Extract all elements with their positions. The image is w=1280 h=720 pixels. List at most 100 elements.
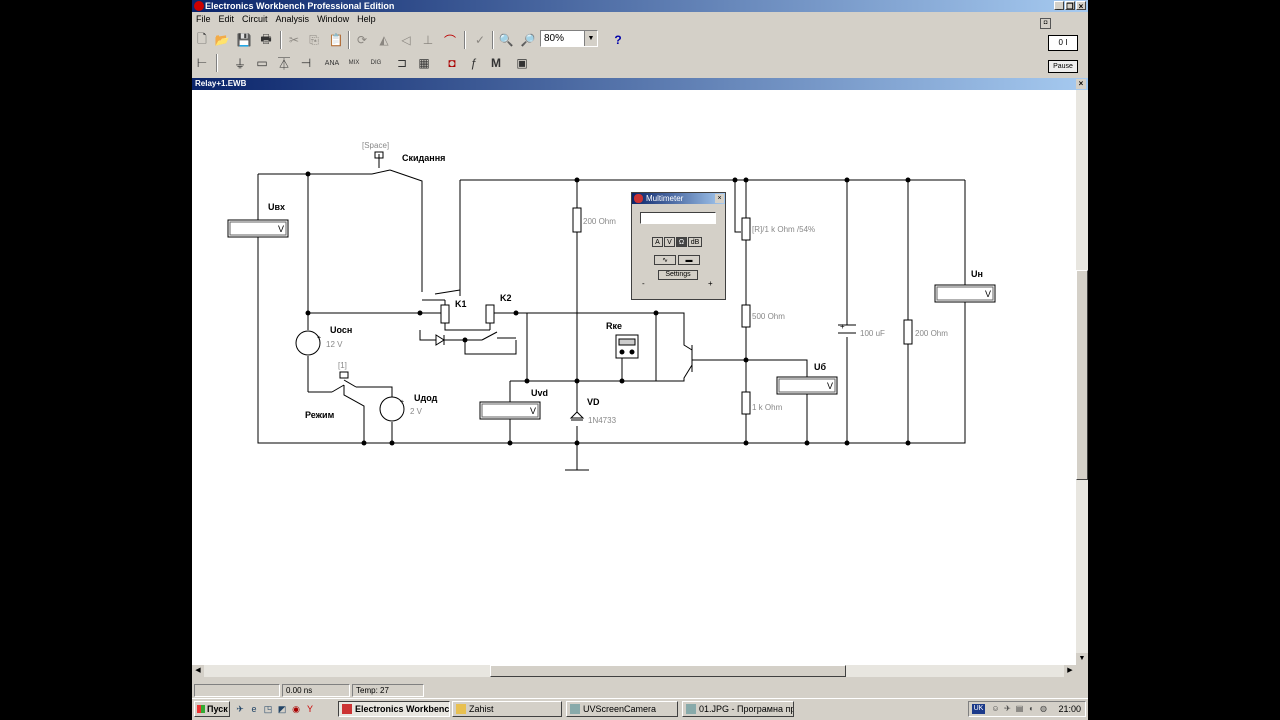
close-button[interactable]: ×	[1076, 1, 1086, 11]
analog-ics-bin-icon[interactable]: ANA	[322, 53, 342, 73]
pause-button[interactable]: Pause	[1048, 60, 1078, 73]
tray-tool-icon[interactable]: ✈	[1003, 704, 1012, 714]
save-icon[interactable]: 💾	[234, 30, 254, 50]
quicklaunch-app-icon[interactable]: Y	[304, 703, 316, 715]
digital-bin-icon[interactable]: ▦	[414, 53, 434, 73]
quicklaunch-explorer-icon[interactable]: ◩	[276, 703, 288, 715]
close-icon[interactable]: ×	[1076, 79, 1086, 89]
open-icon[interactable]: 📂	[212, 30, 232, 50]
indicators-bin-icon[interactable]: ◘	[442, 53, 462, 73]
task-workbench[interactable]: Electronics Workbench...	[338, 701, 450, 717]
chevron-down-icon[interactable]: ▼	[584, 31, 597, 46]
scroll-left-icon[interactable]: ◀	[192, 665, 204, 677]
reset-switch-label: Скидання	[402, 153, 445, 163]
vertical-scrollbar[interactable]: ▼	[1076, 90, 1088, 665]
basic-bin-icon[interactable]: ▭	[252, 53, 272, 73]
multimeter-icon	[634, 194, 643, 203]
diodes-bin-icon[interactable]: ⏄	[274, 53, 294, 73]
zoom-select[interactable]: 80% ▼	[540, 30, 598, 47]
cap-value: 100 uF	[860, 329, 885, 338]
plus-terminal[interactable]: +	[708, 279, 713, 288]
digital-ics-bin-icon[interactable]: DIG	[366, 53, 386, 73]
analysis-graphs-icon[interactable]: ⌒	[440, 30, 460, 50]
flip-vertical-icon[interactable]: ◁	[396, 30, 416, 50]
scroll-down-icon[interactable]: ▼	[1076, 653, 1088, 665]
parts-toolbar: ⊢ ⏚ ▭ ⏄ ⊣ ANA MIX DIG ⊐ ▦ ◘ ƒ M ▣	[192, 51, 1088, 75]
ac-mode-icon[interactable]: ∿	[654, 255, 676, 265]
ammeter-button[interactable]: A	[652, 237, 663, 247]
language-indicator[interactable]: UK	[972, 704, 985, 714]
udod-label: Uдод	[414, 393, 438, 403]
dc-mode-icon[interactable]: ▬	[678, 255, 700, 265]
menu-circuit[interactable]: Circuit	[238, 12, 272, 26]
multimeter-window[interactable]: Multimeter × A V Ω dB ∿ ▬ Settings - +	[631, 192, 726, 300]
quicklaunch-ie-icon[interactable]: e	[248, 703, 260, 715]
k1-label: K1	[455, 299, 467, 309]
ohmmeter-button[interactable]: Ω	[676, 237, 687, 247]
component-properties-icon[interactable]: ⊥	[418, 30, 438, 50]
task-label: Zahist	[469, 704, 494, 714]
r2-value: 500 Ohm	[752, 312, 785, 321]
menu-edit[interactable]: Edit	[215, 12, 239, 26]
settings-button[interactable]: Settings	[658, 270, 698, 280]
menu-window[interactable]: Window	[313, 12, 353, 26]
uvd-label: Uvd	[531, 388, 548, 398]
voltmeter-button[interactable]: V	[664, 237, 675, 247]
new-icon[interactable]: 🗋	[192, 30, 212, 50]
toolbar-separator	[492, 31, 494, 49]
decibel-button[interactable]: dB	[688, 237, 702, 247]
quicklaunch-desktop-icon[interactable]: ◳	[262, 703, 274, 715]
tray-volume-icon[interactable]: ◐	[1027, 704, 1036, 714]
instruments-bin-icon[interactable]: ▣	[512, 53, 532, 73]
subcircuit-icon[interactable]: ✓	[470, 30, 490, 50]
quicklaunch-media-icon[interactable]: ◉	[290, 703, 302, 715]
vertical-scroll-thumb[interactable]	[1076, 270, 1088, 480]
tray-user-icon[interactable]: ☺	[991, 704, 1000, 714]
menu-analysis[interactable]: Analysis	[272, 12, 314, 26]
zoom-in-icon[interactable]: 🔎	[518, 30, 538, 50]
toolbar-separator	[464, 31, 466, 49]
rotate-icon[interactable]: ⟳	[352, 30, 372, 50]
task-zahist[interactable]: Zahist	[452, 701, 562, 717]
favorites-bin-icon[interactable]: ⊢	[192, 53, 212, 73]
task-uvscreencamera[interactable]: UVScreenCamera	[566, 701, 678, 717]
sources-bin-icon[interactable]: ⏚	[230, 53, 250, 73]
document-title: Relay+1.EWB	[195, 79, 247, 88]
paste-icon[interactable]: 📋	[326, 30, 346, 50]
tray-shield-icon[interactable]: ◍	[1039, 704, 1048, 714]
copy-icon[interactable]: ⎘	[304, 30, 324, 50]
zoom-value: 80%	[544, 33, 565, 44]
minus-terminal[interactable]: -	[642, 279, 645, 288]
zoom-out-icon[interactable]: 🔍	[496, 30, 516, 50]
cut-icon[interactable]: ✂	[284, 30, 304, 50]
restore-button[interactable]: ❐	[1065, 1, 1075, 11]
camera-icon	[570, 704, 580, 714]
help-button[interactable]: ?	[608, 30, 628, 50]
power-switch[interactable]: 0 I	[1048, 35, 1078, 51]
minimize-button[interactable]: _	[1054, 1, 1064, 11]
schematic: + + + V V V V Скидання Uвх K1 K2 Uосн Ре…	[227, 141, 996, 471]
close-icon[interactable]: ×	[715, 194, 724, 203]
task-image-viewer[interactable]: 01.JPG - Програмна про...	[682, 701, 794, 717]
logic-gates-bin-icon[interactable]: ⊐	[392, 53, 412, 73]
mixed-ics-bin-icon[interactable]: MIX	[344, 53, 364, 73]
document-titlebar: Relay+1.EWB ×	[192, 78, 1088, 90]
quicklaunch-tool-icon[interactable]: ✈	[234, 703, 246, 715]
start-button[interactable]: Пуск	[194, 701, 230, 717]
circuit-canvas[interactable]: + + + V V V V Скидання Uвх K1 K2 Uосн Ре…	[192, 90, 1076, 665]
clock: 21:00	[1058, 704, 1081, 714]
horizontal-scrollbar[interactable]: ◀ ▶	[192, 665, 1076, 677]
controls-bin-icon[interactable]: ƒ	[464, 53, 484, 73]
status-message	[194, 684, 280, 697]
menu-file[interactable]: File	[192, 12, 215, 26]
miscellaneous-bin-icon[interactable]: M	[486, 53, 506, 73]
print-icon[interactable]: 🖶	[256, 30, 276, 50]
scroll-right-icon[interactable]: ▶	[1064, 665, 1076, 677]
transistors-bin-icon[interactable]: ⊣	[296, 53, 316, 73]
multimeter-titlebar[interactable]: Multimeter ×	[632, 193, 725, 204]
flip-horizontal-icon[interactable]: ◭	[374, 30, 394, 50]
horizontal-scroll-thumb[interactable]	[490, 665, 846, 677]
menu-help[interactable]: Help	[353, 12, 380, 26]
wires	[257, 169, 966, 471]
tray-network-icon[interactable]: ▤	[1015, 704, 1024, 714]
